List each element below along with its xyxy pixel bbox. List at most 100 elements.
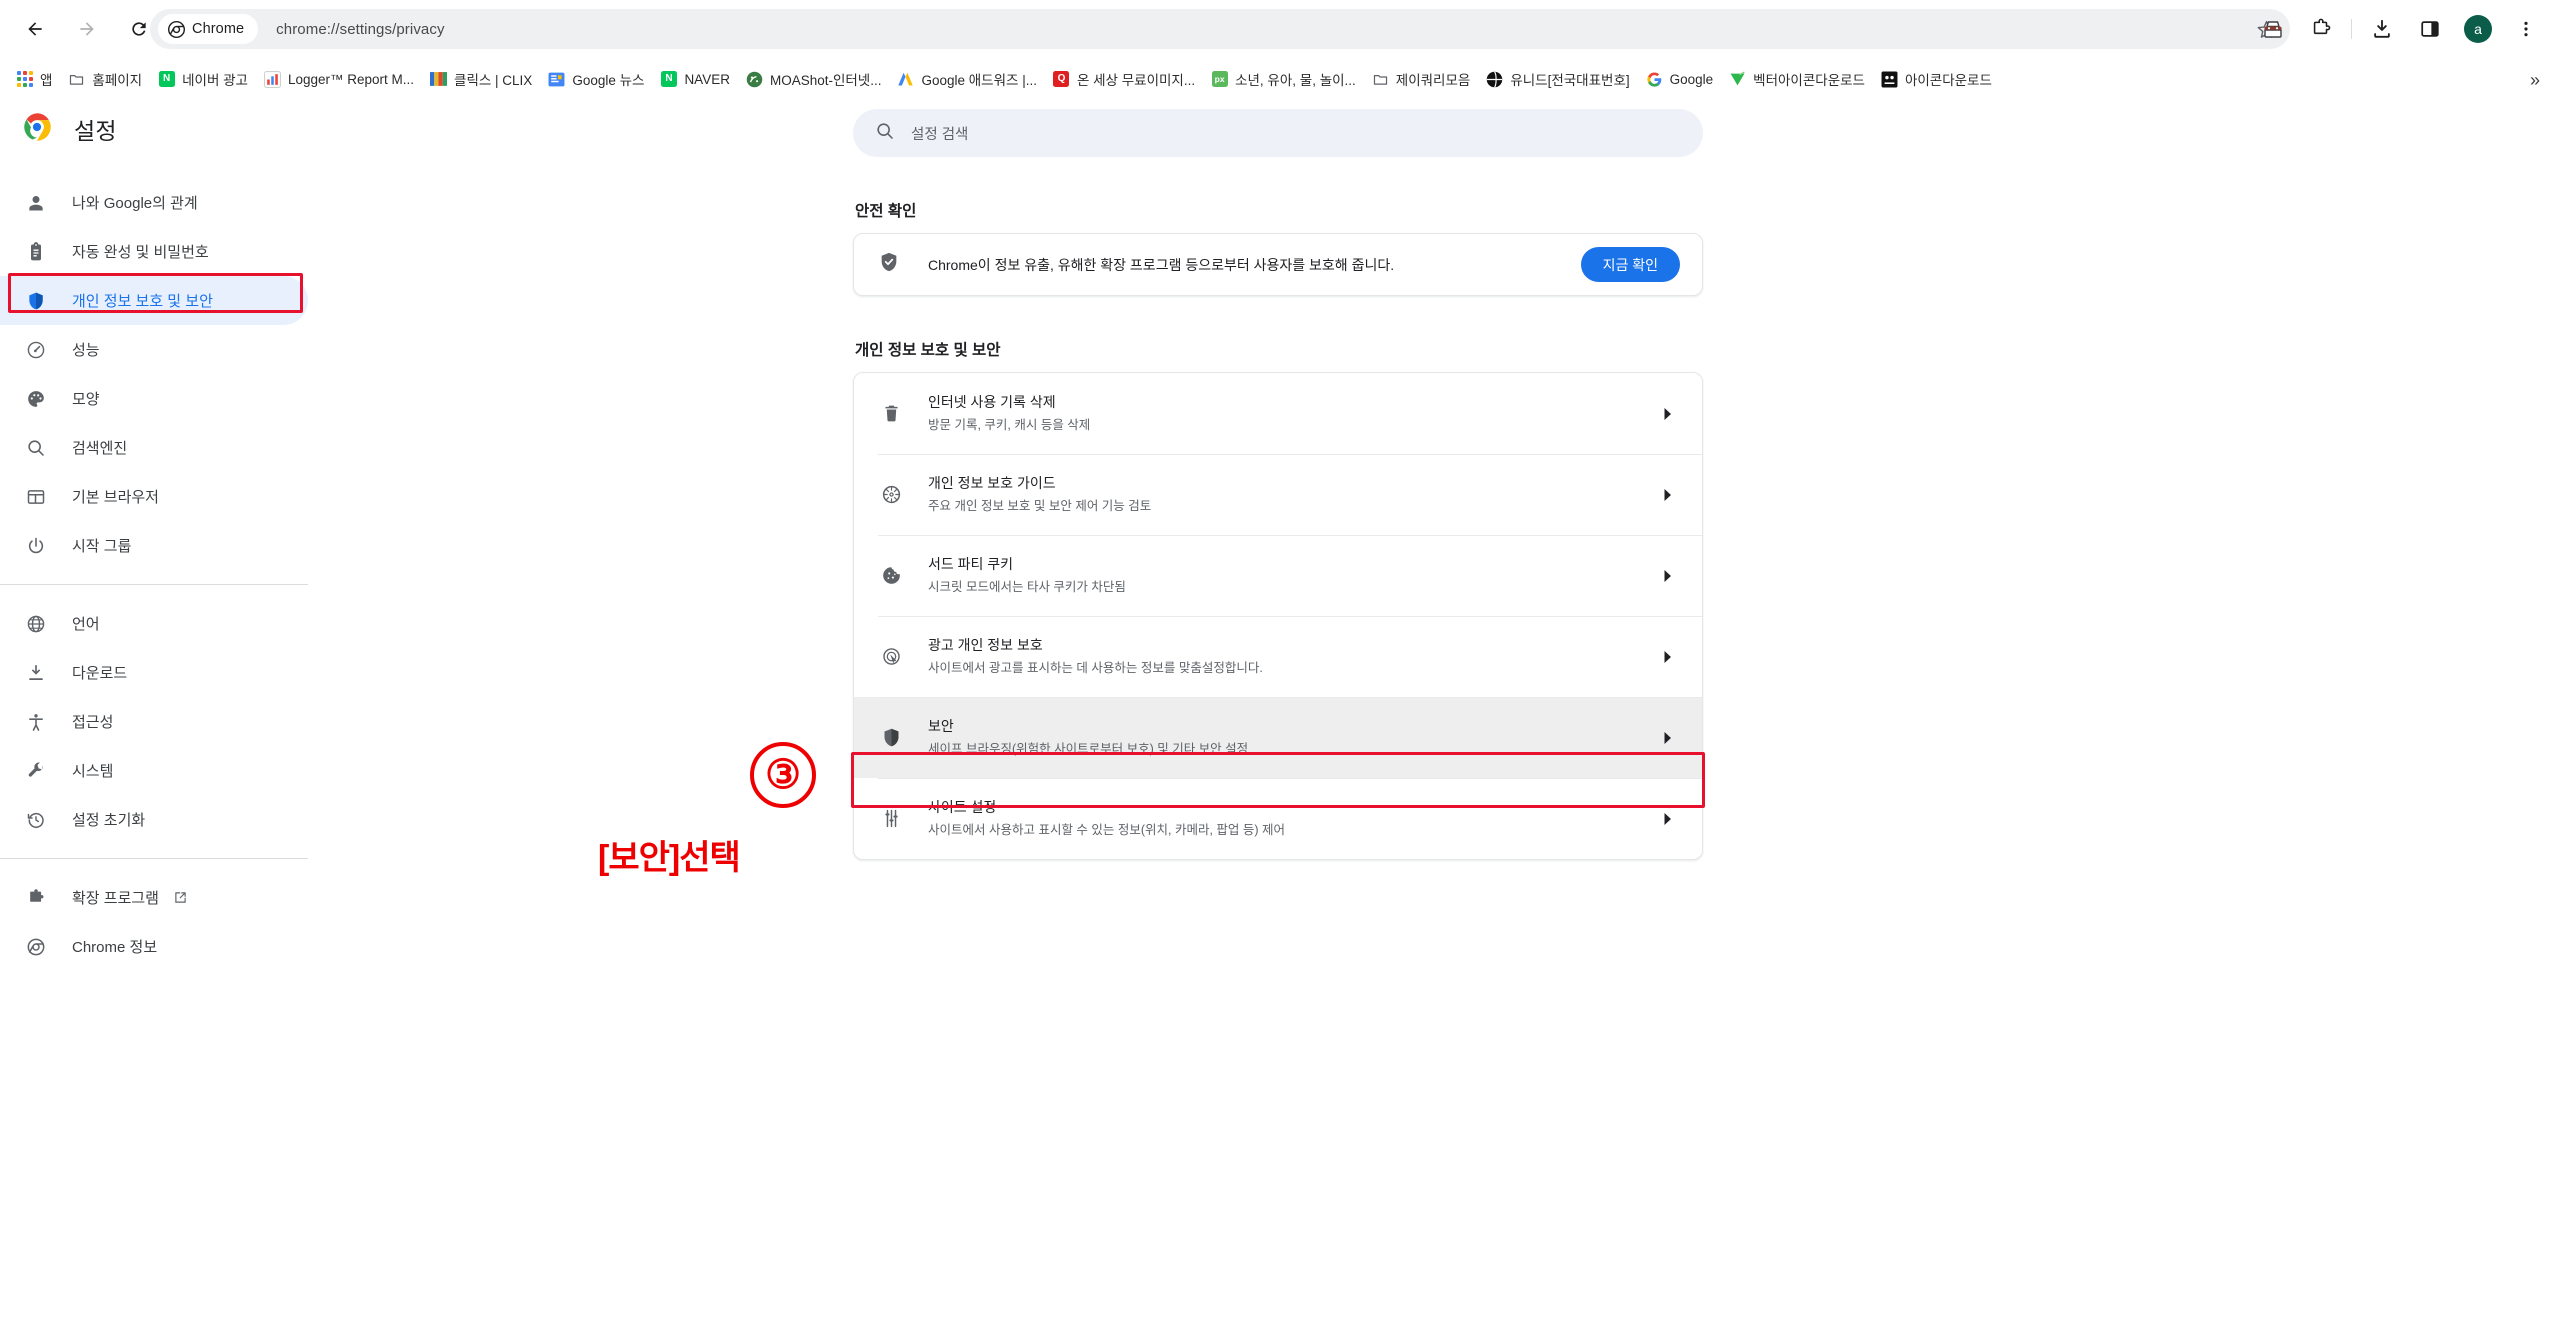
sidebar-item-default-browser[interactable]: 기본 브라우저 xyxy=(0,472,308,521)
sidebar-item-system[interactable]: 시스템 xyxy=(0,746,308,795)
bookmark-naver[interactable]: N NAVER xyxy=(652,64,738,94)
sidebar-item-search-engine[interactable]: 검색엔진 xyxy=(0,423,308,472)
sidebar-item-label: 접근성 xyxy=(72,714,114,731)
sidebar-item-label: 개인 정보 보호 및 보안 xyxy=(72,293,213,310)
toolbar-divider xyxy=(2351,19,2352,39)
incognito-guest-icon[interactable] xyxy=(2254,10,2292,48)
settings-row-body: 보안 세이프 브라우징(위험한 사이트로부터 보호) 및 기타 보안 설정 xyxy=(928,716,1656,759)
apps-grid-icon xyxy=(16,71,33,88)
sidebar-item-languages[interactable]: 언어 xyxy=(0,599,308,648)
sidebar-item-appearance[interactable]: 모양 xyxy=(0,374,308,423)
bookmark-google-adwords[interactable]: Google 애드워즈 |... xyxy=(889,64,1044,94)
settings-row-clear-browsing-data[interactable]: 인터넷 사용 기록 삭제 방문 기록, 쿠키, 캐시 등을 삭제 xyxy=(854,373,1702,454)
settings-row-subtitle: 사이트에서 사용하고 표시할 수 있는 정보(위치, 카메라, 팝업 등) 제어 xyxy=(928,823,1286,838)
sidebar-item-reset-settings[interactable]: 설정 초기화 xyxy=(0,795,308,844)
sidebar-item-label: 설정 초기화 xyxy=(72,812,146,829)
bookmark-label: Logger™ Report M... xyxy=(287,71,415,87)
sidebar-item-on-startup[interactable]: 시작 그룹 xyxy=(0,521,308,570)
privacy-section-heading: 개인 정보 보호 및 보안 xyxy=(855,342,1001,359)
bookmark-label: 네이버 광고 xyxy=(182,73,248,88)
profile-avatar-button[interactable]: a xyxy=(2459,10,2497,48)
forward-button[interactable] xyxy=(64,6,110,52)
shield-check-icon xyxy=(878,251,904,278)
settings-row-privacy-guide[interactable]: 개인 정보 보호 가이드 주요 개인 정보 보호 및 보안 제어 기능 검토 xyxy=(854,454,1702,535)
safety-check-row: Chrome이 정보 유출, 유해한 확장 프로그램 등으로부터 사용자를 보호… xyxy=(854,234,1702,295)
chevron-right-icon xyxy=(1656,812,1680,826)
google-g-icon xyxy=(1646,71,1663,88)
settings-row-title: 인터넷 사용 기록 삭제 xyxy=(928,394,1056,411)
settings-row-subtitle: 사이트에서 광고를 표시하는 데 사용하는 정보를 맞춤설정합니다. xyxy=(928,661,1263,676)
free-images-icon: Q xyxy=(1053,71,1070,88)
bookmark-clix[interactable]: 클릭스 | CLIX xyxy=(422,64,540,94)
avatar: a xyxy=(2464,15,2492,43)
bookmark-icon-download[interactable]: 아이콘다운로드 xyxy=(1873,64,2000,94)
settings-row-security[interactable]: 보안 세이프 브라우징(위험한 사이트로부터 보호) 및 기타 보안 설정 xyxy=(854,697,1702,778)
bookmark-vector-icon-download[interactable]: 벡터아이콘다운로드 xyxy=(1721,64,1873,94)
bookmarks-overflow-button[interactable]: » xyxy=(2522,67,2548,93)
sidebar-item-performance[interactable]: 성능 xyxy=(0,325,308,374)
browser-window-icon xyxy=(26,487,51,507)
bookmark-apps[interactable]: 앱 xyxy=(8,64,60,94)
settings-row-subtitle: 방문 기록, 쿠키, 캐시 등을 삭제 xyxy=(928,418,1091,433)
chevron-right-icon xyxy=(1656,650,1680,664)
bookmark-naver-ad[interactable]: N 네이버 광고 xyxy=(150,64,256,94)
bookmark-pexels[interactable]: px 소년, 유아, 물, 놀이... xyxy=(1203,64,1364,94)
sidebar-item-extensions[interactable]: 확장 프로그램 xyxy=(0,873,308,922)
settings-row-body: 광고 개인 정보 보호 사이트에서 광고를 표시하는 데 사용하는 정보를 맞춤… xyxy=(928,635,1656,678)
search-input[interactable]: 설정 검색 xyxy=(911,123,968,144)
back-button[interactable] xyxy=(12,6,58,52)
chrome-icon xyxy=(26,937,51,957)
bookmark-label: 벡터아이콘다운로드 xyxy=(1753,73,1865,88)
restore-icon xyxy=(26,810,51,830)
palette-icon xyxy=(26,389,51,409)
bookmarks-bar: 앱 홈페이지 N 네이버 광고 Logger™ Report M... 클릭스 … xyxy=(0,58,2558,100)
bookmark-label: NAVER xyxy=(684,71,730,87)
power-icon xyxy=(26,536,51,556)
settings-search-box[interactable]: 설정 검색 xyxy=(853,109,1703,157)
address-bar-url: chrome://settings/privacy xyxy=(276,20,445,38)
side-panel-button[interactable] xyxy=(2411,10,2449,48)
extensions-button[interactable] xyxy=(2302,10,2340,48)
bookmark-jquery-folder[interactable]: 제이쿼리모음 xyxy=(1364,64,1479,94)
bookmark-label: 온 세상 무료이미지... xyxy=(1076,73,1196,88)
sidebar-item-downloads[interactable]: 다운로드 xyxy=(0,648,308,697)
bookmark-homepage-folder[interactable]: 홈페이지 xyxy=(60,64,150,94)
safety-check-heading: 안전 확인 xyxy=(855,203,917,220)
back-arrow-icon xyxy=(28,22,42,36)
reload-icon xyxy=(132,22,146,36)
settings-row-third-party-cookies[interactable]: 서드 파티 쿠키 시크릿 모드에서는 타사 쿠키가 차단됨 xyxy=(854,535,1702,616)
bookmark-label: 홈페이지 xyxy=(92,73,143,88)
sidebar-item-label: 다운로드 xyxy=(72,665,128,682)
sidebar-item-label: 자동 완성 및 비밀번호 xyxy=(72,244,209,261)
settings-row-site-settings[interactable]: 사이트 설정 사이트에서 사용하고 표시할 수 있는 정보(위치, 카메라, 팝… xyxy=(854,778,1702,859)
globe-icon xyxy=(26,614,51,634)
sidebar-item-autofill-passwords[interactable]: 자동 완성 및 비밀번호 xyxy=(0,227,308,276)
chrome-origin-chip[interactable]: Chrome xyxy=(158,14,259,44)
trash-icon xyxy=(878,403,904,424)
shield-icon xyxy=(26,291,51,311)
bookmark-free-images[interactable]: Q 온 세상 무료이미지... xyxy=(1045,64,1203,94)
bookmark-logger-report[interactable]: Logger™ Report M... xyxy=(256,64,422,94)
sidebar-item-about-chrome[interactable]: Chrome 정보 xyxy=(0,922,308,971)
bookmark-google[interactable]: Google xyxy=(1638,64,1722,94)
settings-brand: 설정 xyxy=(0,100,330,158)
sidebar-item-you-and-google[interactable]: 나와 Google의 관계 xyxy=(0,178,308,227)
sidebar-item-privacy-and-security[interactable]: 개인 정보 보호 및 보안 xyxy=(0,276,308,325)
bookmark-label: 앱 xyxy=(40,73,53,88)
settings-row-subtitle: 시크릿 모드에서는 타사 쿠키가 차단됨 xyxy=(928,580,1126,595)
check-now-button[interactable]: 지금 확인 xyxy=(1580,247,1680,282)
browser-toolbar: Chrome chrome://settings/privacy a xyxy=(0,0,2558,58)
address-bar[interactable]: Chrome chrome://settings/privacy xyxy=(150,9,2290,49)
wrench-icon xyxy=(26,761,51,781)
chrome-menu-button[interactable] xyxy=(2507,10,2545,48)
bookmark-moashot[interactable]: MOAShot-인터넷... xyxy=(738,64,890,94)
settings-row-ad-privacy[interactable]: 광고 개인 정보 보호 사이트에서 광고를 표시하는 데 사용하는 정보를 맞춤… xyxy=(854,616,1702,697)
downloads-button[interactable] xyxy=(2363,10,2401,48)
sidebar-item-accessibility[interactable]: 접근성 xyxy=(0,697,308,746)
clix-icon xyxy=(430,71,448,88)
puzzle-icon xyxy=(2313,18,2331,35)
bookmark-google-news[interactable]: Google 뉴스 xyxy=(540,64,652,94)
settings-row-title: 개인 정보 보호 가이드 xyxy=(928,475,1056,492)
bookmark-unid[interactable]: 유니드[전국대표번호] xyxy=(1478,64,1637,94)
folder-icon xyxy=(68,71,85,88)
